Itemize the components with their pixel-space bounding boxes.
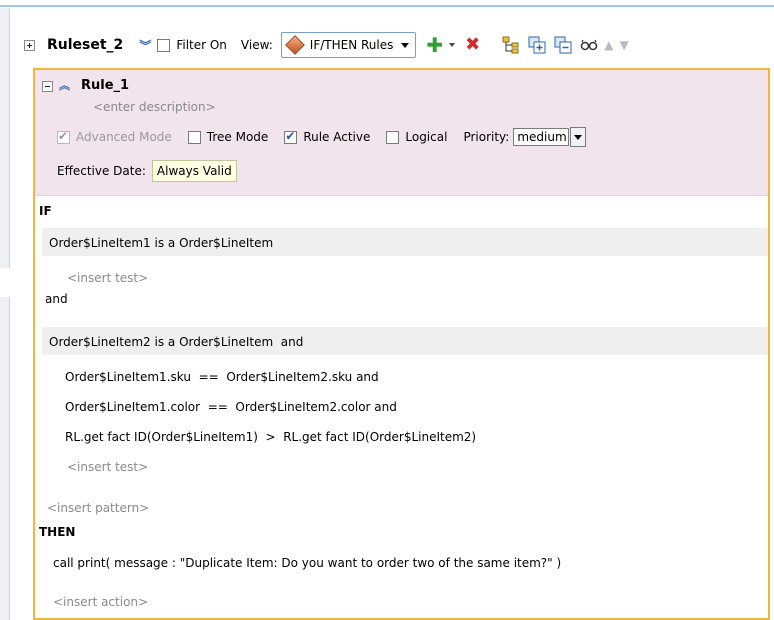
effective-date-label: Effective Date: — [57, 164, 146, 178]
and-connector: and — [45, 292, 68, 306]
logical-checkbox[interactable] — [386, 130, 400, 144]
rule-header: ︽ Rule_1 <enter description> Advanced Mo… — [35, 70, 768, 196]
insert-test-placeholder[interactable]: <insert test> — [67, 271, 148, 285]
view-select[interactable]: IF/THEN Rules — [280, 32, 417, 58]
rules-view-icon — [284, 35, 305, 55]
left-panel-edge — [0, 8, 10, 268]
test-expression[interactable]: Order$LineItem1.sku == Order$LineItem2.s… — [65, 370, 379, 384]
effective-date-field[interactable]: Always Valid — [151, 160, 237, 182]
effective-date-row: Effective Date: Always Valid — [57, 160, 237, 182]
delete-icon[interactable]: ✖ — [465, 36, 480, 54]
add-icon[interactable]: ✚ — [426, 35, 443, 55]
add-menu-chevron-icon[interactable] — [449, 43, 456, 47]
left-panel-edge-lower — [0, 297, 10, 620]
rule-active-label: Rule Active — [303, 130, 371, 144]
priority-value: medium — [513, 128, 570, 146]
priority-select[interactable]: medium — [513, 127, 587, 147]
rule-active-checkbox[interactable] — [284, 129, 298, 144]
pattern-text[interactable]: Order$LineItem2 is a Order$LineItem and — [49, 335, 303, 349]
ruleset-toolbar: Ruleset_2 ︾ Filter On View: IF/THEN Rule… — [24, 22, 774, 68]
if-keyword: IF — [39, 204, 52, 218]
rule-options: Advanced Mode Tree Mode Rule Active Logi… — [57, 127, 587, 147]
priority-dropdown-button[interactable] — [570, 127, 587, 147]
tree-mode-label: Tree Mode — [206, 130, 269, 144]
test-expression[interactable]: RL.get fact ID(Order$LineItem1) > RL.get… — [65, 430, 476, 444]
advanced-mode-checkbox — [57, 129, 70, 144]
collapse-rule-toggle[interactable] — [42, 81, 53, 92]
move-up-icon[interactable]: ▲ — [604, 38, 613, 52]
collapse-all-icon[interactable] — [554, 36, 572, 54]
chevron-down-icon — [574, 134, 583, 140]
action-text[interactable]: call print( message : "Duplicate Item: D… — [53, 556, 561, 570]
expand-ruleset-toggle[interactable] — [24, 39, 35, 51]
rule-description-field[interactable]: <enter description> — [93, 100, 216, 114]
priority-label: Priority: — [463, 130, 510, 144]
view-select-value: IF/THEN Rules — [309, 38, 394, 52]
logical-label: Logical — [405, 130, 448, 144]
rule-panel: ︽ Rule_1 <enter description> Advanced Mo… — [33, 68, 770, 620]
ruleset-name: Ruleset_2 — [47, 37, 124, 53]
chevron-down-icon — [401, 42, 410, 48]
tree-structure-icon[interactable] — [502, 36, 520, 54]
then-keyword: THEN — [39, 525, 76, 539]
advanced-mode-label: Advanced Mode — [76, 130, 172, 144]
collapse-rule-chevron-icon[interactable]: ︽ — [59, 77, 70, 93]
tree-mode-checkbox[interactable] — [187, 130, 201, 144]
rule-name: Rule_1 — [81, 78, 130, 93]
top-accent-bar — [0, 0, 774, 7]
pattern-text[interactable]: Order$LineItem1 is a Order$LineItem — [49, 236, 273, 250]
view-label: View: — [240, 38, 273, 52]
expand-all-icon[interactable] — [528, 36, 546, 54]
insert-test-placeholder[interactable]: <insert test> — [67, 460, 148, 474]
insert-action-placeholder[interactable]: <insert action> — [53, 595, 148, 609]
collapse-rules-icon[interactable]: ︾ — [139, 37, 151, 54]
filter-on-label: Filter On — [176, 38, 227, 52]
glasses-icon[interactable] — [580, 36, 598, 54]
move-down-icon[interactable]: ▼ — [619, 38, 628, 52]
test-expression[interactable]: Order$LineItem1.color == Order$LineItem2… — [65, 400, 397, 414]
filter-on-checkbox[interactable] — [157, 38, 171, 52]
insert-pattern-placeholder[interactable]: <insert pattern> — [47, 501, 149, 515]
